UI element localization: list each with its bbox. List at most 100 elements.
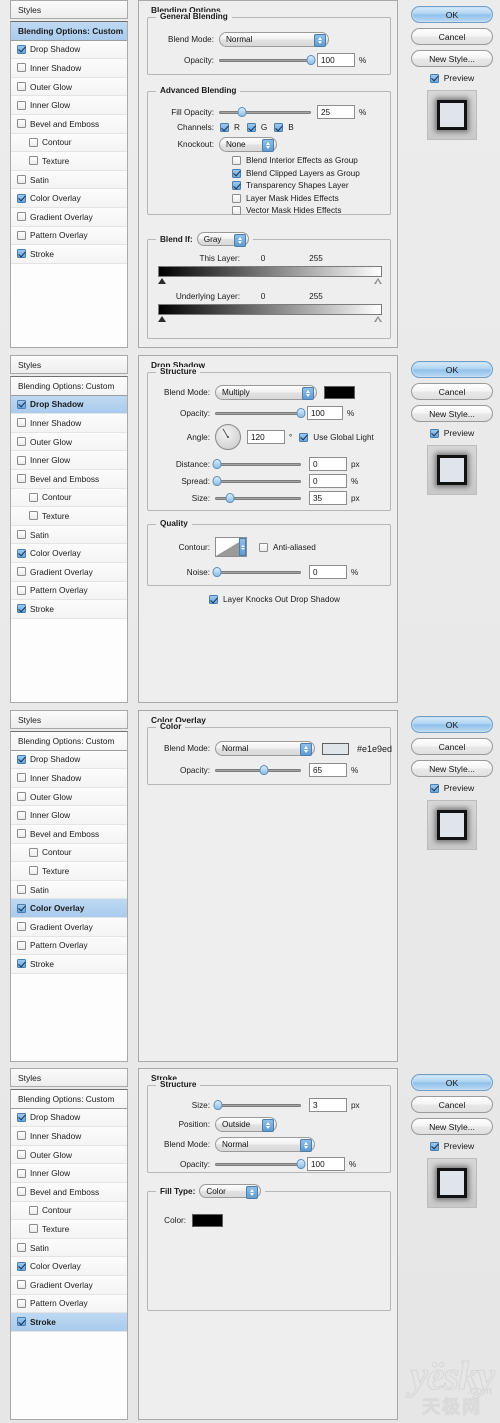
chevron-updown-icon[interactable] <box>262 139 274 152</box>
preview-checkbox-row[interactable]: Preview <box>429 1141 474 1151</box>
chevron-updown-icon[interactable] <box>246 1186 259 1199</box>
channel-b[interactable]: B <box>274 123 294 132</box>
checkbox-icon[interactable] <box>17 455 26 465</box>
sidebar-item-texture[interactable]: Texture <box>11 1220 127 1239</box>
size-slider[interactable] <box>215 492 301 504</box>
sidebar-item-bevel-and-emboss[interactable]: Bevel and Emboss <box>11 1182 127 1202</box>
slider-knob[interactable] <box>237 107 247 117</box>
sidebar-item-pattern-overlay[interactable]: Pattern Overlay <box>11 1294 127 1314</box>
size-input[interactable]: 35 <box>309 491 347 505</box>
spread-slider[interactable] <box>212 475 301 487</box>
checkbox-icon[interactable] <box>429 1141 439 1151</box>
styles-list-3[interactable]: Blending Options: Custom Drop Shadow Inn… <box>10 731 128 1062</box>
sidebar-item-color-overlay[interactable]: Color Overlay <box>11 1257 127 1276</box>
checkbox-icon[interactable] <box>17 1243 26 1253</box>
checkbox-icon[interactable] <box>17 1317 26 1327</box>
blend-mode-select[interactable]: Normal <box>215 1137 315 1152</box>
channel-g[interactable]: G <box>246 123 267 132</box>
sidebar-item-stroke[interactable]: Stroke <box>11 245 127 264</box>
sidebar-item-bevel-and-emboss[interactable]: Bevel and Emboss <box>11 114 127 134</box>
slider-knob[interactable] <box>296 1159 306 1169</box>
sidebar-item-gradient-overlay[interactable]: Gradient Overlay <box>11 1275 127 1295</box>
cancel-button[interactable]: Cancel <box>411 383 493 400</box>
slider-knob[interactable] <box>212 459 222 469</box>
sidebar-item-satin[interactable]: Satin <box>11 880 127 900</box>
sidebar-item-pattern-overlay[interactable]: Pattern Overlay <box>11 581 127 601</box>
styles-list-2[interactable]: Blending Options: Custom Drop Shadow Inn… <box>10 376 128 703</box>
slider-knob-right[interactable] <box>374 316 382 322</box>
sidebar-item-pattern-overlay[interactable]: Pattern Overlay <box>11 936 127 956</box>
shadow-color-swatch[interactable] <box>324 386 355 399</box>
checkbox-icon[interactable] <box>17 44 26 54</box>
opacity-slider[interactable] <box>215 764 301 776</box>
checkbox-icon[interactable] <box>17 193 26 203</box>
checkbox-icon[interactable] <box>29 137 38 147</box>
chevron-updown-icon[interactable] <box>300 1139 312 1152</box>
checkbox-icon[interactable] <box>17 829 26 839</box>
checkbox-icon[interactable] <box>17 604 26 614</box>
checkbox-icon[interactable] <box>232 156 241 165</box>
chevron-updown-icon[interactable] <box>262 1119 274 1132</box>
checkbox-icon[interactable] <box>29 847 38 857</box>
contour-preset-picker[interactable] <box>215 537 247 557</box>
sidebar-item-inner-shadow[interactable]: Inner Shadow <box>11 414 127 433</box>
blend-mode-select[interactable]: Normal <box>215 741 315 756</box>
checkbox-icon[interactable] <box>17 1150 26 1160</box>
distance-input[interactable]: 0 <box>309 457 347 471</box>
sidebar-item-pattern-overlay[interactable]: Pattern Overlay <box>11 226 127 246</box>
sidebar-item-gradient-overlay[interactable]: Gradient Overlay <box>11 917 127 937</box>
checkbox-icon[interactable] <box>17 1261 26 1271</box>
slider-knob[interactable] <box>213 1100 223 1110</box>
cancel-button[interactable]: Cancel <box>411 738 493 755</box>
checkbox-icon[interactable] <box>17 1112 26 1122</box>
anti-aliased-checkbox[interactable]: Anti-aliased <box>259 542 316 552</box>
checkbox-icon[interactable] <box>17 212 26 222</box>
chevron-updown-icon[interactable] <box>314 34 326 47</box>
blend-interior-effects-checkbox[interactable]: Blend Interior Effects as Group <box>232 156 360 165</box>
sidebar-item-inner-glow[interactable]: Inner Glow <box>11 96 127 115</box>
checkbox-icon[interactable] <box>17 418 26 428</box>
slider-knob[interactable] <box>259 765 269 775</box>
preview-checkbox-row[interactable]: Preview <box>429 73 474 83</box>
chevron-updown-icon[interactable] <box>233 234 246 247</box>
ok-button[interactable]: OK <box>411 716 493 733</box>
checkbox-icon[interactable] <box>17 903 26 913</box>
sidebar-item-contour[interactable]: Contour <box>11 488 127 508</box>
sidebar-item-texture[interactable]: Texture <box>11 152 127 171</box>
preview-checkbox-row[interactable]: Preview <box>429 783 474 793</box>
new-style-button[interactable]: New Style... <box>411 405 493 422</box>
sidebar-item-texture[interactable]: Texture <box>11 507 127 526</box>
opacity-slider[interactable] <box>219 54 316 66</box>
size-slider[interactable] <box>213 1099 301 1111</box>
sidebar-item-inner-glow[interactable]: Inner Glow <box>11 451 127 470</box>
fill-opacity-slider[interactable] <box>219 106 311 118</box>
opacity-slider[interactable] <box>215 1158 306 1170</box>
sidebar-item-blending-options[interactable]: Blending Options: Custom <box>11 377 127 396</box>
checkbox-icon[interactable] <box>232 193 241 203</box>
use-global-light-checkbox[interactable]: Use Global Light <box>299 432 374 442</box>
blend-if-channel-select[interactable]: Gray <box>196 232 249 247</box>
checkbox-icon[interactable] <box>17 530 26 540</box>
this-layer-slider[interactable] <box>158 266 382 284</box>
checkbox-icon[interactable] <box>17 810 26 820</box>
preview-checkbox-row[interactable]: Preview <box>429 428 474 438</box>
sidebar-item-stroke[interactable]: Stroke <box>11 1313 127 1332</box>
blend-mode-select[interactable]: Normal <box>219 32 329 47</box>
sidebar-item-stroke[interactable]: Stroke <box>11 600 127 619</box>
checkbox-icon[interactable] <box>17 100 26 110</box>
underlying-layer-slider[interactable] <box>158 304 382 322</box>
blend-mode-select[interactable]: Multiply <box>215 385 317 400</box>
checkbox-icon[interactable] <box>17 1131 26 1141</box>
stroke-color-swatch[interactable] <box>192 1214 223 1227</box>
checkbox-icon[interactable] <box>274 123 284 132</box>
sidebar-item-inner-shadow[interactable]: Inner Shadow <box>11 1127 127 1146</box>
checkbox-icon[interactable] <box>29 1205 38 1215</box>
opacity-input[interactable]: 100 <box>307 1157 345 1171</box>
checkbox-icon[interactable] <box>17 1298 26 1308</box>
sidebar-item-color-overlay[interactable]: Color Overlay <box>11 899 127 918</box>
sidebar-item-bevel-and-emboss[interactable]: Bevel and Emboss <box>11 824 127 844</box>
sidebar-item-outer-glow[interactable]: Outer Glow <box>11 432 127 452</box>
opacity-input[interactable]: 100 <box>307 406 343 420</box>
checkbox-icon[interactable] <box>209 595 218 604</box>
slider-knob[interactable] <box>212 567 222 577</box>
